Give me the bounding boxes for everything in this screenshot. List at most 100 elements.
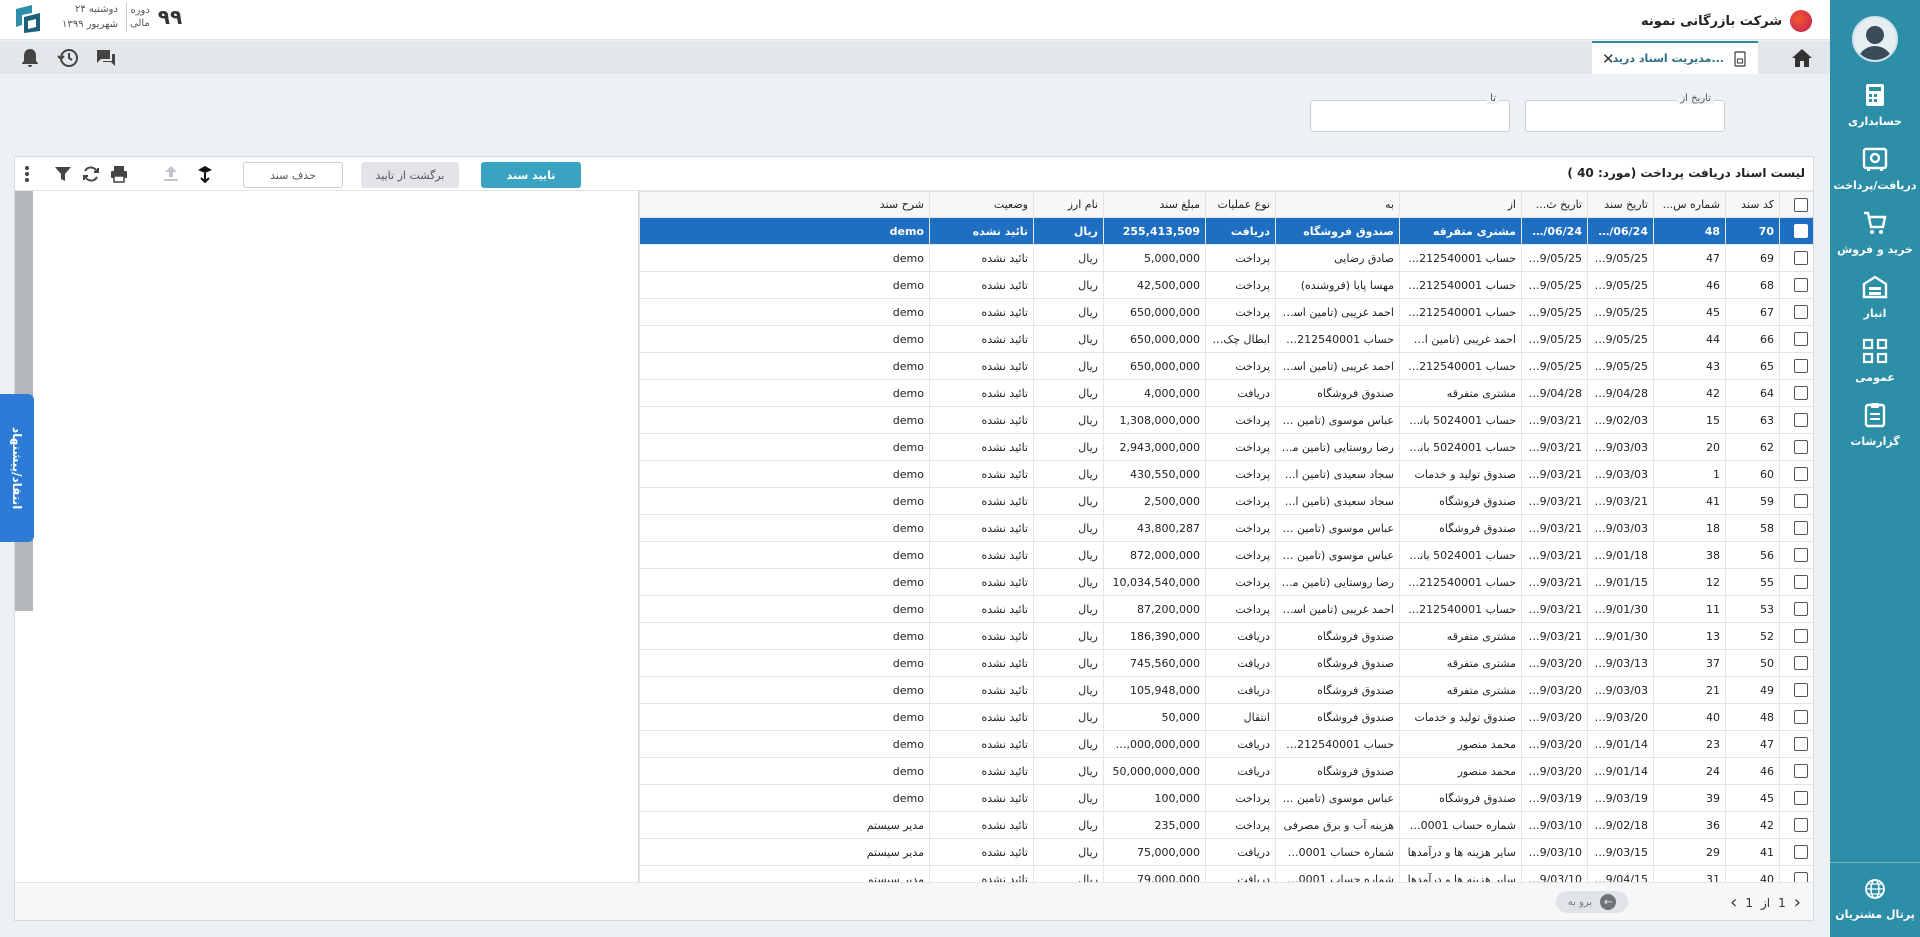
- row-select-cell[interactable]: [1779, 514, 1813, 542]
- sidebar-item-general[interactable]: عمومی: [1830, 336, 1920, 400]
- sidebar-item-warehouse[interactable]: انبار: [1830, 272, 1920, 336]
- column-header[interactable]: به: [1275, 191, 1400, 218]
- row-checkbox[interactable]: [1794, 602, 1808, 616]
- row-select-cell[interactable]: [1779, 703, 1813, 731]
- tab-document-management[interactable]: ✕ مدیریت اسناد درید...: [1592, 41, 1758, 74]
- table-row[interactable]: 68 46 1399/05/25 1399/05/25 حساب 1212540001 …: [639, 271, 1813, 299]
- date-to-input[interactable]: [1311, 101, 1509, 131]
- column-header[interactable]: وضعیت: [929, 191, 1034, 218]
- table-row[interactable]: 59 41 1399/03/21 1399/03/21 صندوق فروشگاه سجا…: [639, 487, 1813, 515]
- column-header[interactable]: شماره س...: [1653, 191, 1726, 218]
- select-all-checkbox[interactable]: [1794, 197, 1808, 212]
- table-row[interactable]: 48 40 1399/03/20 1399/03/20 صندوق تولید و خد…: [639, 703, 1813, 731]
- row-select-cell[interactable]: [1779, 757, 1813, 785]
- unapprove-button[interactable]: برگشت از تایید: [361, 162, 459, 188]
- row-select-cell[interactable]: [1779, 649, 1813, 677]
- refresh-icon[interactable]: [81, 164, 101, 184]
- table-row[interactable]: 67 45 1399/05/25 1399/05/25 حساب 1212540001 …: [639, 298, 1813, 326]
- column-header[interactable]: کد سند: [1725, 191, 1780, 218]
- row-checkbox[interactable]: [1794, 359, 1808, 373]
- table-row[interactable]: 42 36 1399/02/18 1399/03/10 شماره حساب 54000…: [639, 811, 1813, 839]
- row-checkbox[interactable]: [1794, 845, 1808, 859]
- row-checkbox[interactable]: [1794, 710, 1808, 724]
- sidebar-item-customer-portal[interactable]: پرتال مشتریان: [1830, 862, 1920, 921]
- avatar[interactable]: [1852, 16, 1898, 62]
- row-select-cell[interactable]: [1779, 352, 1813, 380]
- row-select-cell[interactable]: [1779, 244, 1813, 272]
- row-checkbox[interactable]: [1794, 467, 1808, 481]
- date-from-input[interactable]: [1526, 101, 1724, 131]
- date-from-field[interactable]: تاریخ از: [1525, 93, 1725, 132]
- table-row[interactable]: 45 39 1399/03/19 1399/03/19 صندوق فروشگاه عبا…: [639, 784, 1813, 812]
- row-checkbox[interactable]: [1794, 413, 1808, 427]
- row-checkbox[interactable]: [1794, 737, 1808, 751]
- home-icon[interactable]: [1790, 46, 1814, 70]
- table-row[interactable]: 58 18 1399/03/03 1399/03/21 صندوق فروشگاه عبا…: [639, 514, 1813, 542]
- more-options-icon[interactable]: [21, 164, 33, 184]
- row-select-cell[interactable]: [1779, 433, 1813, 461]
- row-checkbox[interactable]: [1794, 386, 1808, 400]
- row-checkbox[interactable]: [1794, 629, 1808, 643]
- table-row[interactable]: 62 20 1399/03/03 1399/03/21 حساب 5024001 بان…: [639, 433, 1813, 461]
- row-select-cell[interactable]: [1779, 730, 1813, 758]
- table-row[interactable]: 53 11 1399/01/30 1399/03/21 حساب 1212540001 …: [639, 595, 1813, 623]
- row-checkbox[interactable]: [1794, 305, 1808, 319]
- row-checkbox[interactable]: [1794, 548, 1808, 562]
- delete-button[interactable]: حذف سند: [243, 162, 343, 188]
- prev-page-icon[interactable]: ›: [1794, 892, 1801, 913]
- column-header[interactable]: شرح سند: [639, 191, 930, 218]
- chat-icon[interactable]: [94, 46, 118, 70]
- column-header[interactable]: تاریخ سند: [1587, 191, 1654, 218]
- sidebar-item-accounting[interactable]: حسابداری: [1830, 80, 1920, 144]
- approve-button[interactable]: تایید سند: [481, 162, 581, 188]
- row-select-cell[interactable]: [1779, 460, 1813, 488]
- row-select-cell[interactable]: [1779, 379, 1813, 407]
- row-select-cell[interactable]: [1779, 325, 1813, 353]
- import-icon[interactable]: [195, 164, 215, 184]
- column-header[interactable]: نام ارز: [1033, 191, 1104, 218]
- close-icon[interactable]: ✕: [1602, 50, 1615, 68]
- row-checkbox[interactable]: [1794, 521, 1808, 535]
- print-icon[interactable]: [109, 164, 129, 184]
- table-row[interactable]: 46 24 1399/01/14 1399/03/20 محمد منصور صندوق …: [639, 757, 1813, 785]
- select-all-header[interactable]: [1779, 191, 1813, 218]
- table-row[interactable]: 47 23 1399/01/14 1399/03/20 محمد منصور حساب 1…: [639, 730, 1813, 758]
- table-row[interactable]: 69 47 1399/05/25 1399/05/25 حساب 1212540001 …: [639, 244, 1813, 272]
- table-row[interactable]: 64 42 1399/04/28 1399/04/28 مشتری متفرقه صندو…: [639, 379, 1813, 407]
- column-header[interactable]: از: [1399, 191, 1522, 218]
- table-row[interactable]: 55 12 1399/01/15 1399/03/21 حساب 1212540001 …: [639, 568, 1813, 596]
- history-icon[interactable]: [56, 46, 80, 70]
- table-row[interactable]: 41 29 1399/03/15 1399/03/10 سایر هزینه ها و …: [639, 838, 1813, 866]
- row-checkbox[interactable]: [1794, 224, 1808, 238]
- row-select-cell[interactable]: [1779, 595, 1813, 623]
- row-checkbox[interactable]: [1794, 494, 1808, 508]
- goto-page[interactable]: برو به ←: [1556, 891, 1628, 913]
- table-row[interactable]: 63 15 1399/02/03 1399/03/21 حساب 5024001 بان…: [639, 406, 1813, 434]
- row-checkbox[interactable]: [1794, 764, 1808, 778]
- table-row[interactable]: 65 43 1399/05/25 1399/05/25 حساب 1212540001 …: [639, 352, 1813, 380]
- feedback-tab[interactable]: انتقاد/پیشنهاد: [0, 394, 34, 542]
- row-select-cell[interactable]: [1779, 568, 1813, 596]
- row-select-cell[interactable]: [1779, 838, 1813, 866]
- next-page-icon[interactable]: ‹: [1730, 892, 1737, 913]
- row-select-cell[interactable]: [1779, 541, 1813, 569]
- row-checkbox[interactable]: [1794, 278, 1808, 292]
- sidebar-item-reports[interactable]: گزارشات: [1830, 400, 1920, 464]
- row-checkbox[interactable]: [1794, 251, 1808, 265]
- sidebar-item-receive-pay[interactable]: دریافت/پرداخت: [1830, 144, 1920, 208]
- row-checkbox[interactable]: [1794, 440, 1808, 454]
- column-header[interactable]: مبلغ سند: [1103, 191, 1206, 218]
- bell-icon[interactable]: [18, 46, 42, 70]
- table-row[interactable]: 52 13 1399/01/30 1399/03/21 مشتری متفرقه صندو…: [639, 622, 1813, 650]
- row-checkbox[interactable]: [1794, 683, 1808, 697]
- table-row[interactable]: 60 1 1399/03/03 1399/03/21 صندوق تولید و خدم…: [639, 460, 1813, 488]
- table-row[interactable]: 49 21 1399/03/03 1399/03/20 مشتری متفرقه صندو…: [639, 676, 1813, 704]
- column-header[interactable]: نوع عملیات: [1205, 191, 1276, 218]
- row-select-cell[interactable]: [1779, 622, 1813, 650]
- table-row[interactable]: 70481399/06/241399/06/24مشتری متفرقهصندو…: [639, 217, 1813, 245]
- row-checkbox[interactable]: [1794, 656, 1808, 670]
- row-select-cell[interactable]: [1779, 217, 1813, 245]
- row-checkbox[interactable]: [1794, 818, 1808, 832]
- row-select-cell[interactable]: [1779, 298, 1813, 326]
- sidebar-item-buy-sell[interactable]: خرید و فروش: [1830, 208, 1920, 272]
